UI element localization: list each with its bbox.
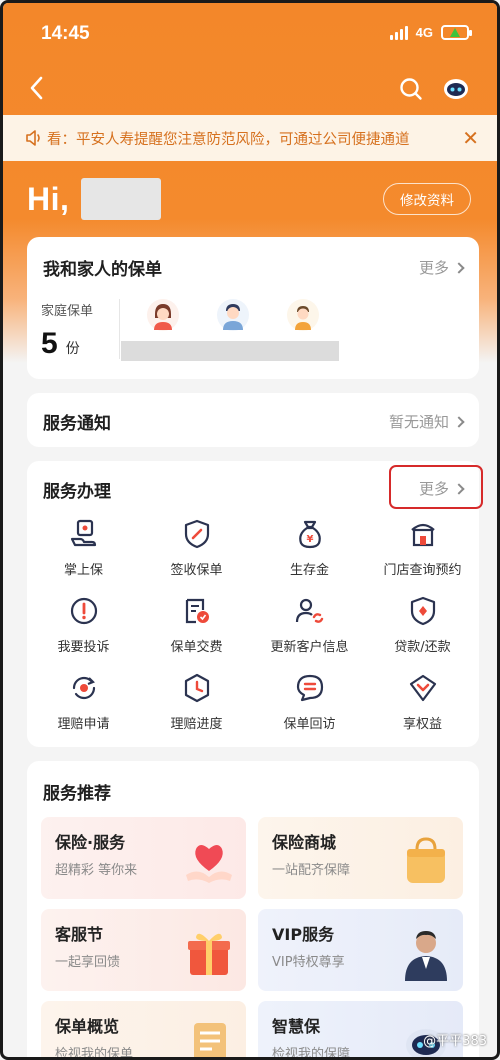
policy-revisit-icon: [293, 671, 327, 705]
service-claim-progress[interactable]: 理赔进度: [140, 671, 253, 748]
speaker-icon: [25, 129, 43, 147]
chevron-right-icon: [453, 261, 465, 274]
rec-vip-service[interactable]: VIP服务 VIP特权尊享: [258, 909, 463, 991]
back-icon[interactable]: [25, 75, 49, 101]
close-icon[interactable]: ✕: [462, 128, 479, 148]
service-label: 门店查询预约: [383, 563, 462, 578]
sign-policy-icon: [180, 517, 214, 551]
service-survival-money[interactable]: ¥ 生存金: [253, 517, 366, 594]
svg-text:¥: ¥: [306, 534, 313, 545]
member-names-redacted: [121, 341, 339, 361]
service-sign-policy[interactable]: 签收保单: [140, 517, 253, 594]
policies-more-link[interactable]: 更多: [418, 257, 465, 278]
service-label: 更新客户信息: [270, 640, 349, 655]
service-policy-revisit[interactable]: 保单回访: [253, 671, 366, 748]
service-label: 理赔申请: [57, 717, 110, 732]
network-type: 4G: [415, 25, 433, 40]
rec-insurance-mall[interactable]: 保险商城 一站配齐保障: [258, 817, 463, 899]
loan-icon: [406, 594, 440, 628]
assistant-robot-icon[interactable]: [443, 77, 469, 101]
policy-count-unit: 份: [65, 341, 80, 357]
palm-policy-icon: [67, 517, 101, 551]
child-avatar-icon: [285, 297, 321, 333]
service-claim-apply[interactable]: 理赔申请: [27, 671, 140, 748]
chevron-right-icon: [453, 482, 465, 495]
card-title: 服务办理: [43, 482, 111, 502]
rec-customer-festival[interactable]: 客服节 一起享回馈: [41, 909, 246, 991]
service-palm-policy[interactable]: 掌上保: [27, 517, 140, 594]
service-label: 我要投诉: [57, 640, 110, 655]
heart-hands-icon: [180, 831, 238, 889]
watermark-text: @平平383: [423, 1034, 487, 1049]
service-label: 签收保单: [170, 563, 223, 578]
service-policy-payment[interactable]: 保单交费: [140, 594, 253, 671]
money-bag-icon: ¥: [293, 517, 327, 551]
service-complaint[interactable]: 我要投诉: [27, 594, 140, 671]
recommend-grid: 保险·服务 超精彩 等你来 保险商城 一站配齐保障 客服节 一起享回馈 VIP服…: [41, 817, 463, 1057]
claim-progress-icon: [180, 671, 214, 705]
policy-count: 5 份: [41, 327, 80, 361]
notification-status[interactable]: 暂无通知: [388, 411, 465, 432]
service-label: 保单交费: [170, 640, 223, 655]
service-recommend-card: 服务推荐 保险·服务 超精彩 等你来 保险商城 一站配齐保障 客服节 一起享回馈: [27, 761, 479, 1057]
family-policies-card[interactable]: 我和家人的保单 更多 家庭保单 5 份: [27, 237, 479, 379]
more-label: 更多: [418, 259, 449, 277]
service-label: 保单回访: [283, 717, 336, 732]
family-avatars: [145, 297, 321, 333]
service-store-booking[interactable]: 门店查询预约: [366, 517, 479, 594]
service-label: 享权益: [402, 717, 442, 732]
chevron-right-icon: [453, 415, 465, 428]
notice-text: 看：平安人寿提醒您注意防范风险，可通过公司便捷通道: [47, 131, 410, 148]
rec-policy-overview[interactable]: 保单概览 检视我的保单: [41, 1001, 246, 1057]
nav-bar: [3, 65, 497, 113]
service-label: 掌上保: [63, 563, 103, 578]
complaint-icon: [67, 594, 101, 628]
username-redacted: [81, 178, 162, 220]
policy-payment-icon: [180, 594, 214, 628]
watermark: @平平383: [423, 1030, 487, 1049]
app-screen: 14:45 4G 看：平安人寿提醒您注意防范风险，可通过公司便捷通道 ✕ Hi,: [0, 0, 500, 1060]
search-icon[interactable]: [399, 77, 423, 101]
family-policy-label: 家庭保单: [41, 304, 94, 319]
update-user-icon: [293, 594, 327, 628]
service-grid: 掌上保 签收保单 ¥ 生存金 门店查询预约 我要投诉 保单交费 更新客户信息 贷…: [27, 517, 479, 748]
status-time: 14:45: [41, 23, 90, 44]
signal-icon: [389, 25, 408, 40]
service-label: 理赔进度: [170, 717, 223, 732]
service-update-info[interactable]: 更新客户信息: [253, 594, 366, 671]
card-title: 服务通知: [43, 414, 111, 434]
greeting-text: Hi,: [27, 180, 70, 217]
claim-apply-icon: [67, 671, 101, 705]
male-avatar-icon: [215, 297, 251, 333]
service-loan[interactable]: 贷款/还款: [366, 594, 479, 671]
rec-insurance-service[interactable]: 保险·服务 超精彩 等你来: [41, 817, 246, 899]
policy-count-number: 5: [41, 327, 58, 360]
greeting: Hi,: [27, 175, 162, 223]
benefits-icon: [406, 671, 440, 705]
spokesperson-photo: [397, 923, 455, 981]
more-label: 更多: [418, 480, 449, 498]
service-label: 贷款/还款: [394, 640, 451, 655]
store-icon: [406, 517, 440, 551]
battery-icon: [441, 25, 472, 40]
card-title: 服务推荐: [43, 784, 111, 804]
service-notification-card[interactable]: 服务通知 暂无通知: [27, 393, 479, 447]
female-avatar-icon: [145, 297, 181, 333]
service-handling-card: 服务办理 更多 掌上保 签收保单 ¥ 生存金 门店查询预约 我要投诉 保单交费 …: [27, 461, 483, 748]
status-indicators: 4G: [389, 25, 472, 40]
divider: [119, 299, 120, 359]
risk-notice-bar[interactable]: 看：平安人寿提醒您注意防范风险，可通过公司便捷通道 ✕: [3, 115, 497, 161]
notification-status-label: 暂无通知: [388, 413, 449, 431]
document-icon: [180, 1015, 238, 1057]
gift-box-icon: [180, 923, 238, 981]
card-title: 我和家人的保单: [43, 260, 162, 280]
shopping-bag-icon: [397, 831, 455, 889]
status-bar: 14:45 4G: [3, 3, 497, 65]
service-benefits[interactable]: 享权益: [366, 671, 479, 748]
edit-profile-button[interactable]: 修改资料: [383, 183, 471, 215]
service-label: 生存金: [289, 563, 329, 578]
services-more-link[interactable]: 更多: [418, 478, 465, 499]
